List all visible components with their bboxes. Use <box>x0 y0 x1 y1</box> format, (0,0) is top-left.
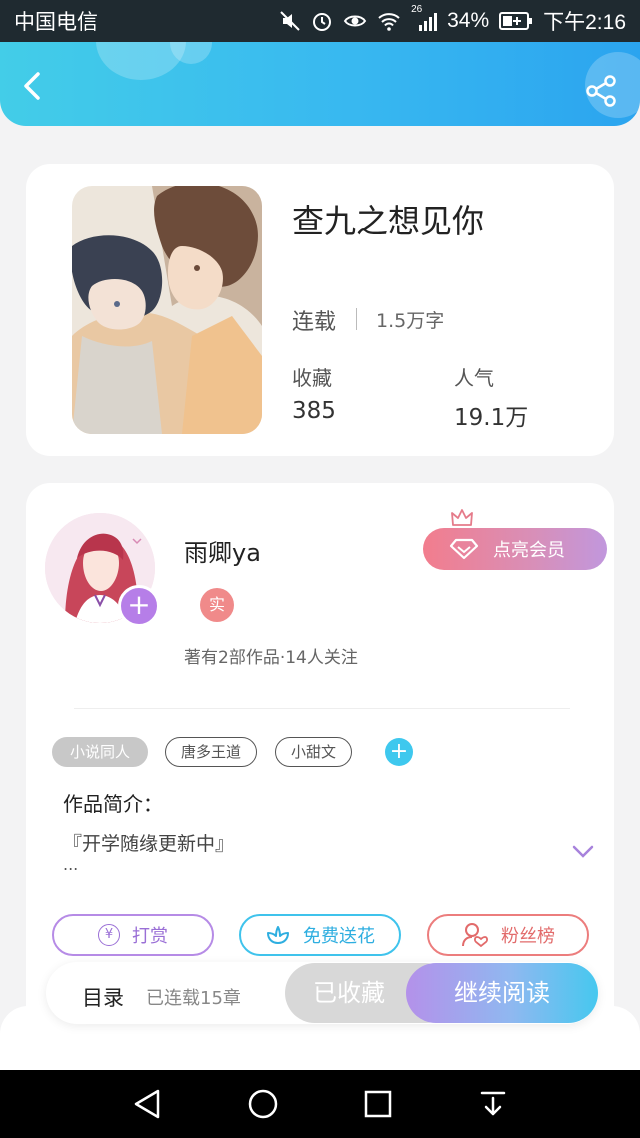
book-cover[interactable] <box>72 186 262 434</box>
book-info-card: 查九之想见你 连载 1.5万字 收藏 385 人气 19.1万 <box>26 164 614 456</box>
system-nav-bar <box>0 1070 640 1138</box>
verified-badge: 实 <box>200 588 234 622</box>
tag-item[interactable]: 小甜文 <box>275 737 352 767</box>
tag-item[interactable]: 唐多王道 <box>165 737 257 767</box>
notification-pull-icon[interactable] <box>478 1089 508 1119</box>
table-of-contents-button[interactable]: 目录 <box>82 982 124 1012</box>
book-title: 查九之想见你 <box>292 202 485 240</box>
book-cover-illustration <box>72 186 262 434</box>
network-label: 26 <box>411 4 423 15</box>
favorites-label: 收藏 <box>292 366 332 390</box>
battery-icon <box>499 11 533 31</box>
reward-label: 打赏 <box>132 926 168 947</box>
popularity-value: 19.1万 <box>454 405 529 431</box>
recent-square-icon[interactable] <box>363 1089 393 1119</box>
share-button[interactable] <box>584 74 618 108</box>
fan-heart-icon <box>462 923 488 948</box>
follow-author-button[interactable]: + <box>118 585 160 627</box>
intro-heading: 作品简介： <box>63 792 163 816</box>
crown-icon <box>451 509 473 526</box>
diamond-icon <box>449 538 479 560</box>
intro-text: 『开学随缘更新中』 <box>63 833 235 855</box>
send-flower-button[interactable]: 免费送花 <box>239 914 401 956</box>
reward-button[interactable]: ¥ 打赏 <box>52 914 214 956</box>
author-name[interactable]: 雨卿ya <box>184 533 261 568</box>
home-circle-icon[interactable] <box>247 1088 279 1120</box>
fans-label: 粉丝榜 <box>501 926 555 947</box>
intro-ellipsis: ... <box>63 855 79 874</box>
wifi-icon <box>377 10 401 32</box>
author-stats: 著有2部作品·14人关注 <box>184 648 358 668</box>
eye-icon <box>343 10 367 32</box>
back-triangle-icon[interactable] <box>132 1088 162 1120</box>
tag-item[interactable]: 小说同人 <box>52 737 148 767</box>
author-card: + 雨卿ya 实 著有2部作品·14人关注 点亮会员 小说同人 唐多王道 小甜文… <box>26 483 614 1043</box>
battery-percent: 34% <box>447 9 490 32</box>
vip-label: 点亮会员 <box>493 540 565 561</box>
coin-icon: ¥ <box>98 924 120 946</box>
flower-label: 免费送花 <box>303 926 375 947</box>
serial-status: 连载 <box>292 310 337 335</box>
mute-icon <box>279 10 301 32</box>
status-bar: 中国电信 26 34% 下午2:16 <box>0 0 640 42</box>
back-button[interactable] <box>18 70 50 102</box>
chapter-count[interactable]: 已连载15章 <box>146 984 241 1010</box>
fans-ranking-button[interactable]: 粉丝榜 <box>427 914 589 956</box>
divider <box>356 308 357 330</box>
favorites-value: 385 <box>292 398 336 424</box>
chevron-left-icon <box>24 72 40 100</box>
clock: 下午2:16 <box>543 11 626 34</box>
popularity-label: 人气 <box>454 366 494 390</box>
status-icons: 26 34% 下午2:16 <box>279 4 626 36</box>
section-divider <box>74 708 570 709</box>
flower-icon <box>267 926 289 944</box>
signal-icon: 26 <box>411 4 438 32</box>
word-count: 1.5万字 <box>376 310 445 332</box>
carrier-label: 中国电信 <box>14 11 98 34</box>
alarm-icon <box>311 10 333 32</box>
share-icon <box>586 75 616 107</box>
add-tag-button[interactable]: + <box>385 738 413 766</box>
continue-reading-button[interactable]: 继续阅读 <box>406 963 598 1023</box>
chevron-down-icon[interactable] <box>572 845 594 859</box>
vip-membership-button[interactable]: 点亮会员 <box>423 528 607 570</box>
header-bar <box>0 42 640 126</box>
